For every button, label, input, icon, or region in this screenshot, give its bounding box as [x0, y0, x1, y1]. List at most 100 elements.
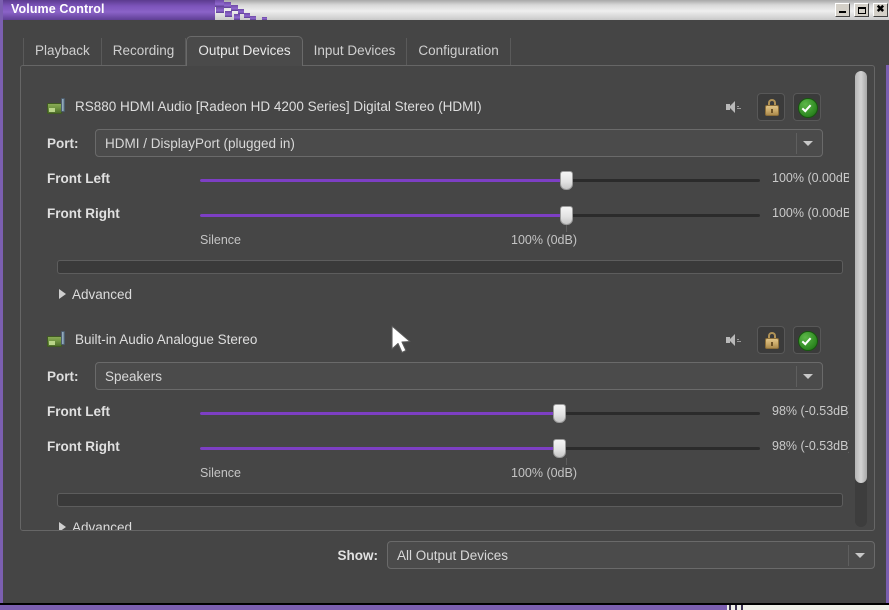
slider-handle[interactable]: [560, 206, 573, 225]
sound-card-icon: [47, 98, 66, 115]
tab-recording[interactable]: Recording: [102, 38, 187, 65]
advanced-expander[interactable]: Advanced: [59, 518, 132, 531]
slider-handle[interactable]: [560, 171, 573, 190]
volume-slider-front-left[interactable]: [200, 169, 760, 191]
desktop-taskbar-strip: [0, 603, 889, 610]
channel-row-front-left: Front Left 100% (0.00dB): [47, 169, 839, 191]
title-decor-block: [231, 5, 238, 11]
volume-slider-front-right[interactable]: [200, 437, 760, 459]
device-header: RS880 HDMI Audio [Radeon HD 4200 Series]…: [47, 95, 482, 117]
scale-label-base: 100% (0dB): [511, 233, 577, 247]
device-name: RS880 HDMI Audio [Radeon HD 4200 Series]…: [75, 99, 482, 114]
device-card-hdmi: RS880 HDMI Audio [Radeon HD 4200 Series]…: [31, 83, 839, 336]
slider-tick: [566, 225, 567, 232]
window-title: Volume Control: [11, 2, 105, 16]
chevron-right-icon: [59, 289, 66, 299]
channel-row-front-right: Front Right 100% (0.00dB): [47, 204, 839, 226]
scale-label-silence: Silence: [200, 233, 241, 247]
volume-scale: Silence 100% (0dB): [184, 466, 744, 482]
port-row: Port: Speakers: [47, 362, 823, 390]
lock-button[interactable]: [757, 326, 785, 354]
close-button[interactable]: ✖: [873, 3, 888, 17]
device-actions: [725, 326, 821, 354]
title-decor-block: [215, 0, 224, 7]
lock-icon: [765, 99, 779, 116]
volume-slider-front-left[interactable]: [200, 402, 760, 424]
taskbar-light: [727, 605, 889, 610]
close-icon: ✖: [874, 4, 887, 16]
port-row: Port: HDMI / DisplayPort (plugged in): [47, 129, 823, 157]
show-filter-row: Show: All Output Devices: [20, 540, 875, 570]
channel-value: 98% (-0.53dB): [772, 439, 853, 453]
advanced-expander[interactable]: Advanced: [59, 285, 132, 303]
slider-tick: [566, 458, 567, 465]
minimize-button[interactable]: [835, 3, 850, 17]
sound-card-icon: [47, 331, 66, 348]
channel-label: Front Left: [47, 404, 110, 419]
port-value: Speakers: [96, 369, 162, 384]
scale-label-silence: Silence: [200, 466, 241, 480]
channel-label: Front Right: [47, 206, 120, 221]
lock-button[interactable]: [757, 93, 785, 121]
speaker-icon[interactable]: [725, 99, 743, 115]
resize-grip-bar[interactable]: [729, 605, 731, 610]
port-select[interactable]: Speakers: [95, 362, 823, 390]
taskbar-accent: [0, 605, 727, 610]
tab-input-devices[interactable]: Input Devices: [303, 38, 408, 65]
check-circle-icon: [798, 331, 818, 351]
scrollbar-thumb[interactable]: [855, 71, 867, 483]
channel-row-front-right: Front Right 98% (-0.53dB): [47, 437, 839, 459]
minimize-icon: [839, 11, 846, 13]
chevron-down-icon: [855, 553, 865, 558]
channel-label: Front Left: [47, 171, 110, 186]
scale-label-base: 100% (0dB): [511, 466, 577, 480]
channel-value: 100% (0.00dB): [772, 206, 855, 220]
set-default-button[interactable]: [793, 93, 821, 121]
maximize-button[interactable]: [854, 3, 869, 17]
chevron-right-icon: [59, 522, 66, 531]
channel-label: Front Right: [47, 439, 120, 454]
slider-handle[interactable]: [553, 404, 566, 423]
device-header: Built-in Audio Analogue Stereo: [47, 328, 257, 350]
slider-fill: [200, 412, 559, 415]
chevron-down-icon: [803, 374, 813, 379]
port-select[interactable]: HDMI / DisplayPort (plugged in): [95, 129, 823, 157]
advanced-label: Advanced: [72, 287, 132, 302]
volume-control-window: Volume Control ✖ Playback Recording Outp…: [0, 0, 889, 610]
resize-grip-bar[interactable]: [741, 605, 743, 610]
resize-grip-bar[interactable]: [735, 605, 737, 610]
slider-fill: [200, 214, 566, 217]
advanced-label: Advanced: [72, 520, 132, 532]
device-list-frame: RS880 HDMI Audio [Radeon HD 4200 Series]…: [20, 65, 875, 531]
show-select[interactable]: All Output Devices: [387, 541, 875, 569]
tab-bar: Playback Recording Output Devices Input …: [6, 20, 889, 65]
show-label: Show:: [338, 548, 379, 563]
title-bar[interactable]: Volume Control ✖: [3, 0, 889, 20]
slider-fill: [200, 179, 566, 182]
port-label: Port:: [47, 369, 95, 384]
check-circle-icon: [798, 98, 818, 118]
lock-icon: [765, 332, 779, 349]
port-label: Port:: [47, 136, 95, 151]
show-value: All Output Devices: [388, 548, 508, 563]
channel-row-front-left: Front Left 98% (-0.53dB): [47, 402, 839, 424]
channel-value: 100% (0.00dB): [772, 171, 855, 185]
device-actions: [725, 93, 821, 121]
vertical-scrollbar[interactable]: [849, 67, 873, 531]
slider-fill: [200, 447, 559, 450]
tab-configuration[interactable]: Configuration: [407, 38, 510, 65]
peak-level-meter: [57, 493, 843, 507]
title-decor-block: [224, 2, 231, 8]
set-default-button[interactable]: [793, 326, 821, 354]
tab-playback[interactable]: Playback: [23, 38, 102, 65]
slider-handle[interactable]: [553, 439, 566, 458]
volume-scale: Silence 100% (0dB): [184, 233, 744, 249]
peak-level-meter: [57, 260, 843, 274]
device-list: RS880 HDMI Audio [Radeon HD 4200 Series]…: [21, 66, 850, 531]
tab-list: Playback Recording Output Devices Input …: [23, 37, 511, 65]
device-name: Built-in Audio Analogue Stereo: [75, 332, 257, 347]
volume-slider-front-right[interactable]: [200, 204, 760, 226]
speaker-icon[interactable]: [725, 332, 743, 348]
title-decor-block: [216, 7, 224, 13]
tab-output-devices[interactable]: Output Devices: [186, 36, 302, 66]
